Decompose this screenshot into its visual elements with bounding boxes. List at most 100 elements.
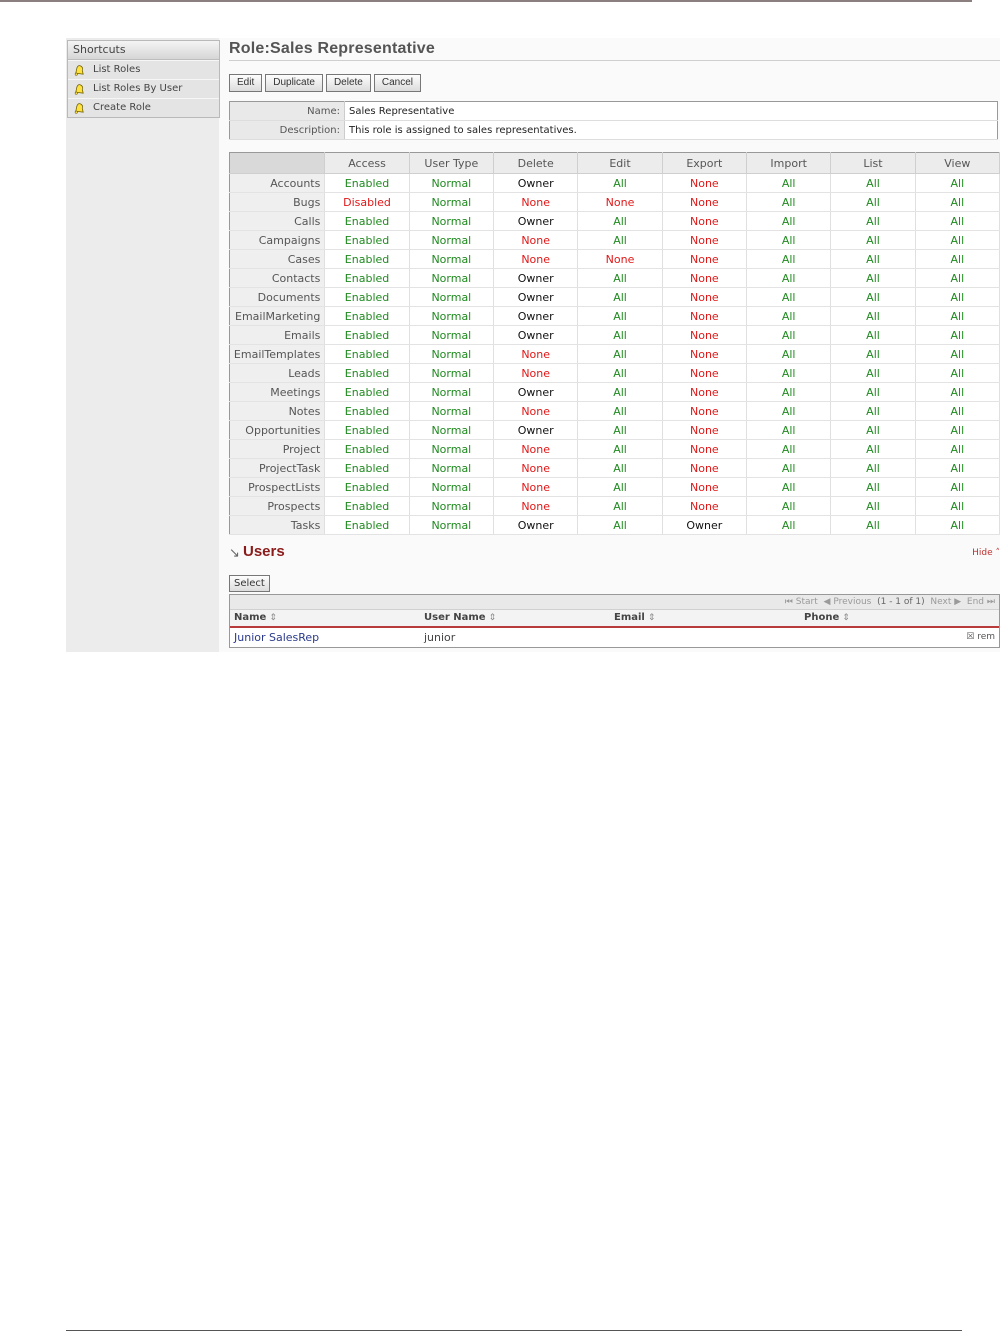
acl-permission-cell[interactable]: None — [577, 192, 663, 212]
acl-permission-cell[interactable]: Normal — [409, 382, 495, 402]
acl-permission-cell[interactable]: All — [577, 306, 663, 326]
acl-permission-cell[interactable]: None — [577, 249, 663, 269]
acl-permission-cell[interactable]: All — [577, 363, 663, 383]
acl-permission-cell[interactable]: None — [662, 268, 748, 288]
acl-permission-cell[interactable]: Normal — [409, 401, 495, 421]
acl-permission-cell[interactable]: All — [915, 230, 1001, 250]
acl-permission-cell[interactable]: All — [915, 325, 1001, 345]
acl-permission-cell[interactable]: Normal — [409, 363, 495, 383]
acl-permission-cell[interactable]: All — [830, 211, 916, 231]
acl-permission-cell[interactable]: All — [915, 268, 1001, 288]
acl-permission-cell[interactable]: Owner — [493, 287, 579, 307]
acl-permission-cell[interactable]: None — [493, 439, 579, 459]
acl-permission-cell[interactable]: Owner — [493, 382, 579, 402]
acl-permission-cell[interactable]: Enabled — [324, 363, 410, 383]
acl-permission-cell[interactable]: All — [746, 325, 832, 345]
acl-permission-cell[interactable]: All — [746, 496, 832, 516]
duplicate-button[interactable]: Duplicate — [265, 74, 323, 92]
acl-permission-cell[interactable]: All — [830, 439, 916, 459]
acl-permission-cell[interactable]: Normal — [409, 477, 495, 497]
acl-permission-cell[interactable]: All — [915, 420, 1001, 440]
acl-permission-cell[interactable]: All — [830, 173, 916, 193]
acl-permission-cell[interactable]: Enabled — [324, 477, 410, 497]
acl-permission-cell[interactable]: All — [830, 420, 916, 440]
acl-permission-cell[interactable]: All — [746, 211, 832, 231]
acl-permission-cell[interactable]: None — [493, 230, 579, 250]
acl-permission-cell[interactable]: None — [493, 344, 579, 364]
acl-permission-cell[interactable]: All — [915, 401, 1001, 421]
acl-permission-cell[interactable]: Normal — [409, 344, 495, 364]
acl-permission-cell[interactable]: Normal — [409, 439, 495, 459]
acl-permission-cell[interactable]: All — [830, 344, 916, 364]
shortcut-item[interactable]: Create Role — [68, 98, 219, 117]
acl-permission-cell[interactable]: Owner — [493, 211, 579, 231]
next-link[interactable]: Next — [930, 597, 951, 607]
acl-permission-cell[interactable]: All — [746, 249, 832, 269]
end-link[interactable]: End — [967, 597, 984, 607]
cancel-button[interactable]: Cancel — [373, 74, 421, 92]
acl-permission-cell[interactable]: None — [493, 458, 579, 478]
acl-permission-cell[interactable]: All — [746, 230, 832, 250]
acl-permission-cell[interactable]: Disabled — [324, 192, 410, 212]
acl-permission-cell[interactable]: All — [915, 477, 1001, 497]
acl-permission-cell[interactable]: Normal — [409, 173, 495, 193]
acl-permission-cell[interactable]: All — [915, 496, 1001, 516]
acl-permission-cell[interactable]: All — [830, 382, 916, 402]
acl-permission-cell[interactable]: None — [493, 477, 579, 497]
acl-permission-cell[interactable]: None — [662, 420, 748, 440]
acl-permission-cell[interactable]: Enabled — [324, 173, 410, 193]
acl-permission-cell[interactable]: Enabled — [324, 268, 410, 288]
acl-permission-cell[interactable]: All — [915, 439, 1001, 459]
acl-permission-cell[interactable]: All — [746, 268, 832, 288]
acl-permission-cell[interactable]: None — [662, 458, 748, 478]
acl-permission-cell[interactable]: Enabled — [324, 230, 410, 250]
acl-permission-cell[interactable]: Enabled — [324, 287, 410, 307]
column-user-name[interactable]: User Name ⇕ — [424, 610, 614, 626]
acl-permission-cell[interactable]: All — [746, 306, 832, 326]
acl-permission-cell[interactable]: None — [493, 363, 579, 383]
acl-permission-cell[interactable]: Normal — [409, 496, 495, 516]
acl-permission-cell[interactable]: None — [662, 211, 748, 231]
acl-permission-cell[interactable]: All — [915, 192, 1001, 212]
acl-permission-cell[interactable]: Enabled — [324, 249, 410, 269]
acl-permission-cell[interactable]: Owner — [493, 515, 579, 535]
acl-permission-cell[interactable]: All — [746, 192, 832, 212]
acl-permission-cell[interactable]: All — [915, 515, 1001, 535]
acl-permission-cell[interactable]: All — [746, 344, 832, 364]
column-name[interactable]: Name ⇕ — [230, 610, 424, 626]
acl-permission-cell[interactable]: Normal — [409, 192, 495, 212]
acl-permission-cell[interactable]: None — [662, 363, 748, 383]
acl-permission-cell[interactable]: None — [662, 496, 748, 516]
acl-permission-cell[interactable]: None — [662, 287, 748, 307]
acl-permission-cell[interactable]: All — [577, 496, 663, 516]
acl-permission-cell[interactable]: All — [830, 268, 916, 288]
acl-permission-cell[interactable]: All — [915, 211, 1001, 231]
acl-permission-cell[interactable]: All — [830, 458, 916, 478]
acl-permission-cell[interactable]: All — [830, 306, 916, 326]
acl-permission-cell[interactable]: Normal — [409, 458, 495, 478]
acl-permission-cell[interactable]: All — [746, 515, 832, 535]
acl-permission-cell[interactable]: All — [830, 287, 916, 307]
acl-permission-cell[interactable]: All — [830, 401, 916, 421]
acl-permission-cell[interactable]: All — [915, 458, 1001, 478]
acl-permission-cell[interactable]: All — [830, 192, 916, 212]
acl-permission-cell[interactable]: None — [493, 249, 579, 269]
acl-permission-cell[interactable]: None — [662, 477, 748, 497]
acl-permission-cell[interactable]: All — [577, 230, 663, 250]
acl-permission-cell[interactable]: Enabled — [324, 458, 410, 478]
acl-permission-cell[interactable]: Normal — [409, 211, 495, 231]
acl-permission-cell[interactable]: All — [577, 173, 663, 193]
edit-button[interactable]: Edit — [229, 74, 263, 92]
acl-permission-cell[interactable]: None — [662, 382, 748, 402]
acl-permission-cell[interactable]: All — [577, 477, 663, 497]
column-phone[interactable]: Phone ⇕ — [804, 610, 954, 626]
acl-permission-cell[interactable]: None — [493, 192, 579, 212]
acl-permission-cell[interactable]: Normal — [409, 325, 495, 345]
acl-permission-cell[interactable]: None — [662, 439, 748, 459]
acl-permission-cell[interactable]: None — [662, 344, 748, 364]
acl-permission-cell[interactable]: None — [662, 230, 748, 250]
acl-permission-cell[interactable]: Normal — [409, 515, 495, 535]
acl-permission-cell[interactable]: All — [577, 211, 663, 231]
acl-permission-cell[interactable]: All — [577, 268, 663, 288]
acl-permission-cell[interactable]: None — [662, 401, 748, 421]
